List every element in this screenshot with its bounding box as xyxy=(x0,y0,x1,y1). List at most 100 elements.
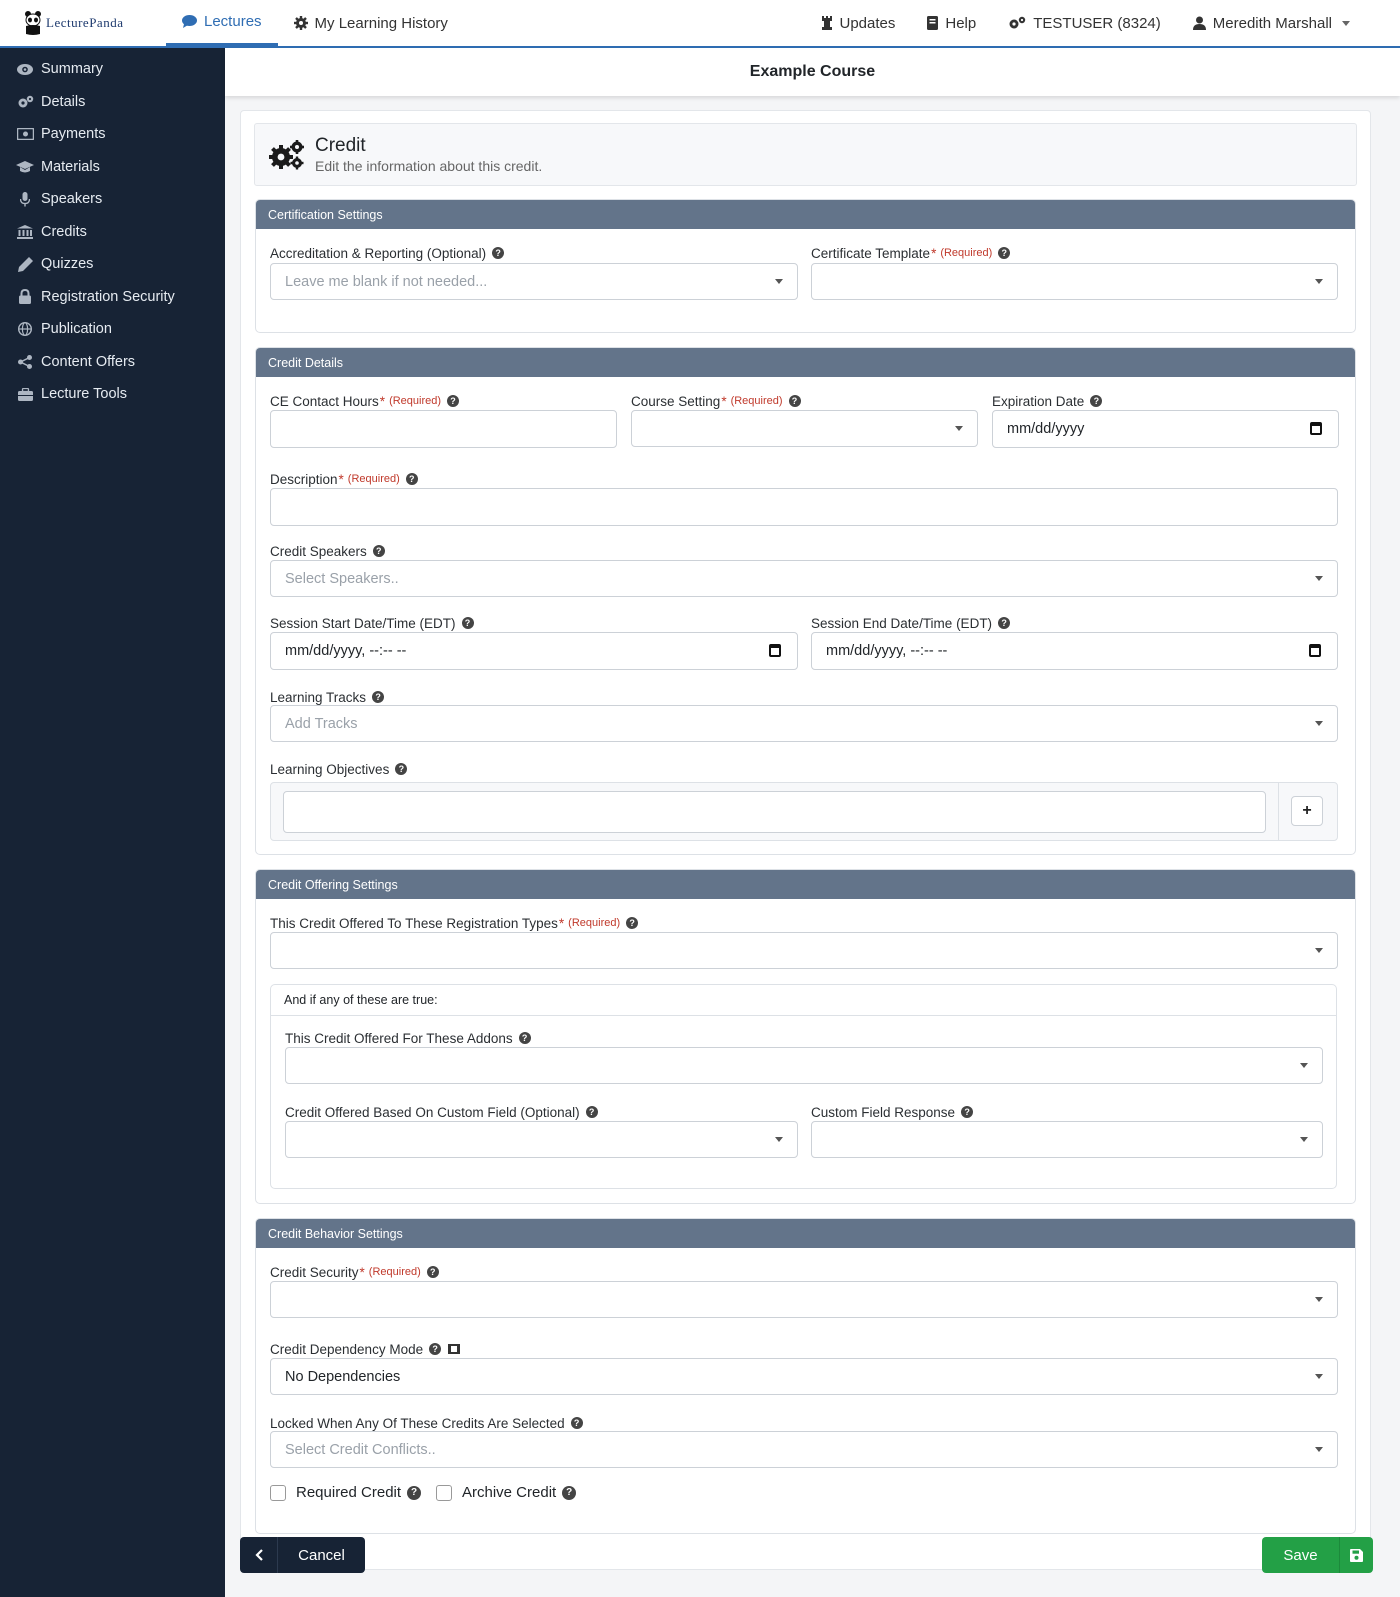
ce-hours-input[interactable] xyxy=(270,410,617,448)
money-icon xyxy=(16,128,34,141)
help-icon[interactable]: ? xyxy=(998,617,1011,629)
help-icon[interactable]: ? xyxy=(492,247,505,259)
caret-down-icon xyxy=(1300,1063,1308,1068)
cancel-button[interactable]: Cancel xyxy=(240,1537,365,1573)
calendar-icon[interactable] xyxy=(769,644,781,657)
help-icon[interactable]: ? xyxy=(461,617,474,629)
graduation-cap-icon xyxy=(16,160,34,173)
sidebar-item-summary[interactable]: Summary xyxy=(0,53,225,86)
required-credit-checkbox[interactable]: Required Credit ? xyxy=(270,1484,422,1501)
nav-learning-history[interactable]: My Learning History xyxy=(278,0,464,46)
locked-credits-select[interactable]: Select Credit Conflicts.. xyxy=(270,1431,1338,1468)
section-title: Certification Settings xyxy=(256,200,1355,229)
help-icon[interactable]: ? xyxy=(395,763,408,775)
caret-down-icon xyxy=(1315,1447,1323,1452)
expiration-date-input[interactable]: mm/dd/yyyy xyxy=(992,410,1339,448)
nav-help-label: Help xyxy=(945,14,977,32)
sidebar-item-label: Speakers xyxy=(41,191,103,208)
cancel-label: Cancel xyxy=(298,1546,345,1564)
caret-down-icon xyxy=(1300,1137,1308,1142)
help-icon[interactable]: ? xyxy=(405,473,418,485)
globe-icon xyxy=(16,322,34,337)
help-icon[interactable]: ? xyxy=(998,247,1011,259)
sidebar-item-label: Lecture Tools xyxy=(41,386,127,403)
archive-credit-checkbox[interactable]: Archive Credit ? xyxy=(436,1484,577,1501)
sidebar-item-label: Credits xyxy=(41,223,87,240)
help-icon[interactable]: ? xyxy=(447,395,460,407)
custom-response-select[interactable] xyxy=(811,1121,1323,1158)
help-icon[interactable]: ? xyxy=(562,1485,577,1500)
description-input[interactable] xyxy=(270,488,1338,526)
registration-types-select[interactable] xyxy=(270,932,1338,969)
help-icon[interactable]: ? xyxy=(372,691,385,703)
learning-objective-textarea[interactable] xyxy=(283,791,1266,833)
help-icon[interactable]: ? xyxy=(585,1106,598,1118)
help-icon[interactable]: ? xyxy=(407,1485,422,1500)
learning-objectives-label: Learning Objectives? xyxy=(270,760,1338,778)
add-objective-button[interactable]: + xyxy=(1291,796,1323,826)
nav-help[interactable]: Help xyxy=(911,0,992,46)
sidebar-item-content-offers[interactable]: Content Offers xyxy=(0,346,225,379)
sidebar-item-payments[interactable]: Payments xyxy=(0,118,225,151)
book-icon xyxy=(927,16,939,30)
checkbox-box[interactable] xyxy=(270,1484,286,1501)
locked-credits-label: Locked When Any Of These Credits Are Sel… xyxy=(270,1414,1338,1432)
addons-select[interactable] xyxy=(285,1047,1323,1084)
floppy-disk-icon xyxy=(1339,1537,1373,1573)
sidebar-item-lecture-tools[interactable]: Lecture Tools xyxy=(0,378,225,411)
cogs-icon xyxy=(1008,16,1026,30)
credit-security-select[interactable] xyxy=(270,1281,1338,1318)
sidebar-item-quizzes[interactable]: Quizzes xyxy=(0,248,225,281)
course-setting-select[interactable] xyxy=(631,410,978,447)
sidebar-item-registration-security[interactable]: Registration Security xyxy=(0,281,225,314)
custom-field-select[interactable] xyxy=(285,1121,798,1158)
custom-field-label: Credit Offered Based On Custom Field (Op… xyxy=(285,1103,798,1121)
certificate-template-select[interactable] xyxy=(811,263,1338,300)
expiration-date-label: Expiration Date? xyxy=(992,392,1339,410)
sidebar-item-label: Summary xyxy=(41,61,104,78)
help-icon[interactable]: ? xyxy=(426,1266,439,1278)
sidebar-item-details[interactable]: Details xyxy=(0,86,225,119)
help-icon[interactable]: ? xyxy=(961,1106,974,1118)
sidebar-item-materials[interactable]: Materials xyxy=(0,151,225,184)
session-start-input[interactable]: mm/dd/yyyy, --:-- -- xyxy=(270,632,798,670)
microphone-icon xyxy=(16,191,34,207)
sidebar-item-publication[interactable]: Publication xyxy=(0,313,225,346)
caret-down-icon xyxy=(775,279,783,284)
credit-speakers-select[interactable]: Select Speakers.. xyxy=(270,560,1338,597)
help-icon[interactable]: ? xyxy=(626,917,639,929)
user-menu[interactable]: Meredith Marshall xyxy=(1177,0,1366,46)
film-icon[interactable] xyxy=(448,1344,461,1354)
checkbox-box[interactable] xyxy=(436,1484,452,1501)
caret-down-icon xyxy=(1315,576,1323,581)
learning-tracks-select[interactable]: Add Tracks xyxy=(270,705,1338,742)
help-icon[interactable]: ? xyxy=(372,545,385,557)
accreditation-select[interactable]: Leave me blank if not needed... xyxy=(270,263,798,300)
sidebar-item-label: Payments xyxy=(41,126,106,143)
cogs-icon xyxy=(269,139,305,170)
calendar-icon[interactable] xyxy=(1310,422,1322,435)
caret-down-icon xyxy=(1315,279,1323,284)
nav-updates[interactable]: Updates xyxy=(805,0,912,46)
nav-lectures[interactable]: Lectures xyxy=(166,0,278,46)
nav-organization[interactable]: TESTUSER (8324) xyxy=(992,0,1177,46)
archive-credit-label: Archive Credit xyxy=(462,1484,557,1501)
save-button[interactable]: Save xyxy=(1262,1537,1373,1573)
dependency-mode-select[interactable]: No Dependencies xyxy=(270,1358,1338,1395)
course-title: Example Course xyxy=(749,63,876,80)
help-icon[interactable]: ? xyxy=(788,395,801,407)
brand-name: LecturePanda xyxy=(46,15,124,30)
help-icon[interactable]: ? xyxy=(1090,395,1103,407)
help-icon[interactable]: ? xyxy=(518,1032,531,1044)
brand-logo[interactable]: LecturePanda xyxy=(24,8,152,38)
chevron-down-icon xyxy=(1342,20,1350,26)
sidebar-item-speakers[interactable]: Speakers xyxy=(0,183,225,216)
calendar-icon[interactable] xyxy=(1309,644,1321,657)
learning-objectives-group: + xyxy=(270,782,1338,841)
session-end-input[interactable]: mm/dd/yyyy, --:-- -- xyxy=(811,632,1338,670)
university-icon xyxy=(16,224,34,239)
panda-logo-icon xyxy=(25,11,41,35)
help-icon[interactable]: ? xyxy=(429,1343,442,1355)
sidebar-item-credits[interactable]: Credits xyxy=(0,216,225,249)
help-icon[interactable]: ? xyxy=(570,1417,583,1429)
